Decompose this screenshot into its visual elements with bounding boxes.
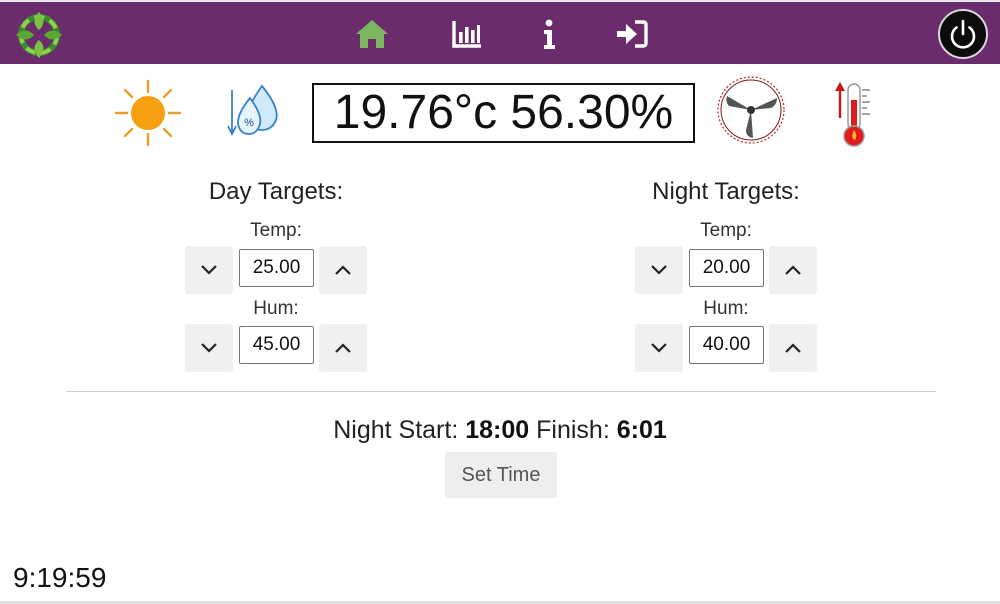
night-hum-decrease-button[interactable]	[635, 324, 683, 372]
section-divider	[66, 391, 936, 392]
humidity-drops-icon: %	[227, 84, 278, 137]
chevron-up-icon	[785, 343, 801, 353]
power-icon	[950, 19, 976, 49]
day-hum-increase-button[interactable]	[319, 324, 367, 372]
info-icon[interactable]	[540, 18, 558, 50]
thermometer-icon	[835, 82, 870, 147]
chevron-up-icon	[335, 343, 351, 353]
chevron-down-icon	[651, 265, 667, 275]
night-temp-increase-button[interactable]	[769, 246, 817, 294]
chevron-down-icon	[201, 343, 217, 353]
night-start-label: Night Start:	[333, 416, 459, 444]
day-temp-decrease-button[interactable]	[185, 246, 233, 294]
chart-icon[interactable]	[451, 18, 483, 50]
day-hum-decrease-button[interactable]	[185, 324, 233, 372]
sun-icon	[114, 79, 182, 147]
day-hum-input[interactable]	[239, 326, 314, 364]
current-time: 9:19:59	[13, 562, 107, 593]
sign-in-icon[interactable]	[615, 18, 649, 50]
night-finish-label: Finish:	[536, 416, 610, 444]
night-start-value: 18:00	[465, 416, 530, 444]
day-temp-increase-button[interactable]	[319, 246, 367, 294]
chevron-down-icon	[201, 265, 217, 275]
night-temp-decrease-button[interactable]	[635, 246, 683, 294]
fan-icon	[717, 76, 785, 144]
top-nav-bar	[0, 0, 1000, 64]
chevron-up-icon	[785, 265, 801, 275]
temperature-humidity-readout: 19.76°c 56.30%	[312, 83, 695, 143]
day-targets-title: Day Targets:	[208, 178, 344, 205]
leaf-ring-logo[interactable]	[12, 8, 66, 62]
night-schedule: Night Start: 18:00 Finish: 6:01	[0, 416, 1000, 445]
night-hum-input[interactable]	[689, 326, 764, 364]
night-temp-label: Temp:	[700, 220, 752, 241]
power-button[interactable]	[938, 9, 988, 59]
night-finish-value: 6:01	[616, 416, 667, 444]
night-hum-label: Hum:	[703, 298, 749, 319]
set-time-button[interactable]: Set Time	[445, 452, 557, 498]
svg-text:%: %	[244, 117, 254, 129]
chevron-up-icon	[335, 265, 351, 275]
chevron-down-icon	[651, 343, 667, 353]
night-temp-input[interactable]	[689, 249, 764, 287]
night-targets-title: Night Targets:	[652, 178, 800, 205]
home-icon[interactable]	[354, 18, 390, 50]
night-hum-increase-button[interactable]	[769, 324, 817, 372]
day-temp-input[interactable]	[239, 249, 314, 287]
day-hum-label: Hum:	[253, 298, 299, 319]
day-temp-label: Temp:	[250, 220, 302, 241]
